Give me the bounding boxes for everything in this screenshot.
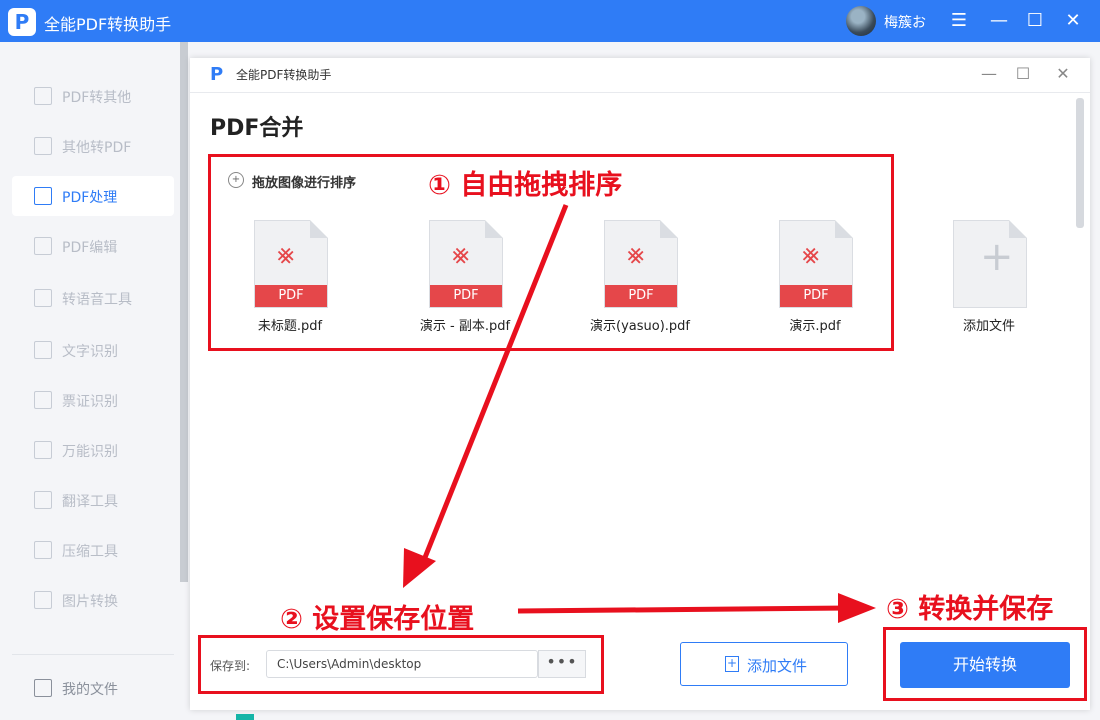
arrow-right-head: [838, 593, 876, 623]
arrow-right: [517, 605, 851, 614]
annotation-arrows: [403, 204, 876, 623]
arrow-down-head: [403, 548, 436, 588]
arrow-down: [417, 204, 569, 571]
